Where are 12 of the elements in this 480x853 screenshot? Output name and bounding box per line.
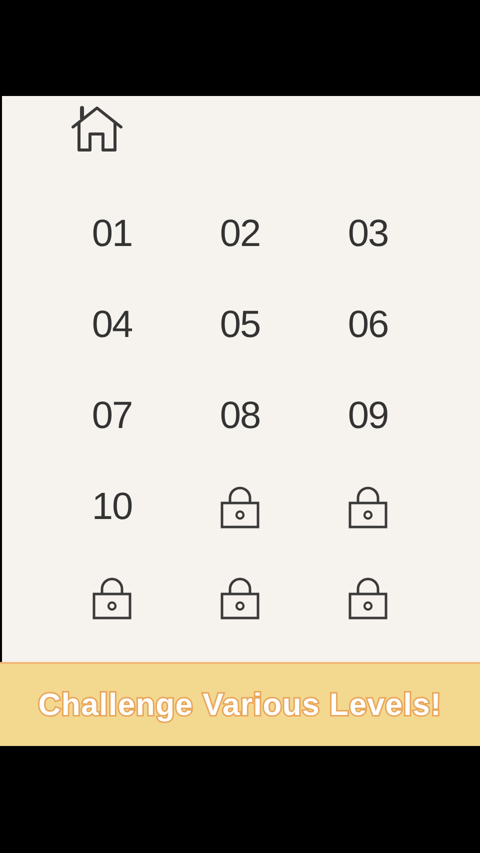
level-number[interactable]: 02 xyxy=(220,215,260,253)
level-number[interactable]: 07 xyxy=(92,397,132,435)
banner-text: Challenge Various Levels! xyxy=(38,686,442,724)
level-number[interactable]: 06 xyxy=(348,306,388,344)
level-number[interactable]: 03 xyxy=(348,215,388,253)
level-number[interactable]: 05 xyxy=(220,306,260,344)
level-number[interactable]: 04 xyxy=(92,306,132,344)
level-number[interactable]: 09 xyxy=(348,397,388,435)
level-number[interactable]: 08 xyxy=(220,397,260,435)
home-icon[interactable] xyxy=(70,104,124,154)
level-number[interactable]: 01 xyxy=(92,215,132,253)
level-number[interactable]: 10 xyxy=(92,488,132,526)
